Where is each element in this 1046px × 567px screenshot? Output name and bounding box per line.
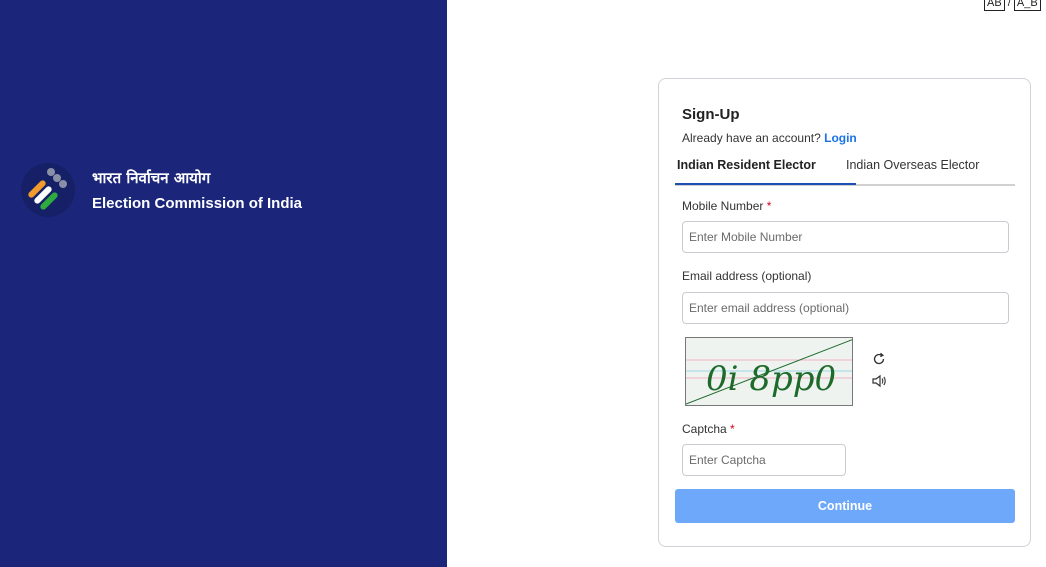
refresh-icon[interactable] — [871, 351, 887, 367]
signup-title: Sign-Up — [682, 106, 740, 123]
captcha-label: Captcha * — [682, 422, 735, 436]
eci-ballot-logo-icon — [21, 163, 75, 217]
brand-english-name: Election Commission of India — [92, 195, 303, 212]
login-prompt-line: Already have an account? Login — [682, 131, 857, 145]
lang-separator: / — [1007, 0, 1011, 9]
mobile-label: Mobile Number * — [682, 199, 771, 213]
captcha-image: 0i 8pp0 — [685, 337, 853, 406]
captcha-graphic: 0i 8pp0 — [686, 338, 852, 405]
tab-indian-overseas-elector[interactable]: Indian Overseas Elector — [846, 158, 979, 172]
login-link[interactable]: Login — [824, 131, 857, 145]
captcha-required-mark: * — [730, 422, 735, 436]
lang-option-second[interactable]: A_B — [1013, 0, 1041, 11]
tab-indian-resident-elector[interactable]: Indian Resident Elector — [675, 158, 856, 185]
email-label: Email address (optional) — [682, 269, 812, 283]
language-switch[interactable]: AB / A_B — [984, 0, 1041, 11]
mobile-number-input[interactable] — [682, 221, 1009, 253]
brand-block: भारत निर्वाचन आयोग Election Commission o… — [20, 160, 302, 220]
continue-button[interactable]: Continue — [675, 489, 1015, 523]
mobile-label-text: Mobile Number — [682, 199, 764, 213]
email-input[interactable] — [682, 292, 1009, 324]
brand-hindi-name: भारत निर्वाचन आयोग — [92, 169, 211, 187]
speaker-icon[interactable] — [871, 373, 887, 389]
captcha-text: 0i 8pp0 — [706, 359, 836, 399]
captcha-controls — [871, 351, 887, 389]
signup-card: Sign-Up Already have an account? Login I… — [658, 78, 1031, 547]
captcha-label-text: Captcha — [682, 422, 727, 436]
captcha-input[interactable] — [682, 444, 846, 476]
lang-option-first[interactable]: AB — [984, 0, 1005, 11]
mobile-required-mark: * — [766, 199, 772, 213]
elector-type-tabs: Indian Resident Elector Indian Overseas … — [675, 151, 1015, 186]
left-brand-panel: भारत निर्वाचन आयोग Election Commission o… — [0, 0, 447, 567]
login-prompt-text: Already have an account? — [682, 131, 821, 145]
